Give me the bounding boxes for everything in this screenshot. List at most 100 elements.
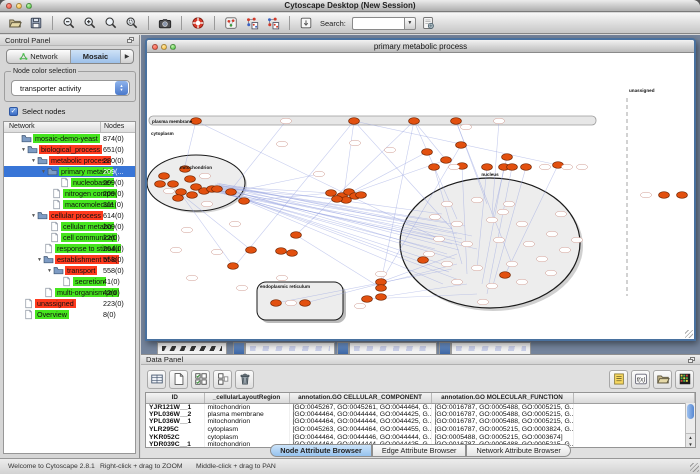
gene-node[interactable] bbox=[451, 279, 462, 285]
gene-node-selected[interactable] bbox=[226, 189, 237, 196]
table-cell[interactable]: mitochondrion bbox=[204, 418, 289, 426]
attribute-batch-button[interactable] bbox=[609, 370, 628, 389]
table-cell[interactable]: YPL036W__1 bbox=[146, 418, 204, 426]
gene-node[interactable] bbox=[186, 275, 197, 281]
gene-node[interactable] bbox=[497, 209, 508, 215]
tab-mosaic[interactable]: Mosaic bbox=[71, 50, 121, 63]
float-data-panel-icon[interactable] bbox=[688, 357, 696, 364]
tree-row-establishment-of-lo[interactable]: ▼establishment of lo558(0) bbox=[4, 254, 135, 265]
new-attribute-button[interactable] bbox=[169, 370, 188, 389]
gene-node-selected[interactable] bbox=[451, 118, 462, 125]
gene-node[interactable] bbox=[516, 279, 527, 285]
formula-builder-button[interactable]: f(x) bbox=[631, 370, 650, 389]
gene-node-selected[interactable] bbox=[677, 192, 688, 199]
gene-node-selected[interactable] bbox=[185, 176, 196, 183]
gene-node-selected[interactable] bbox=[276, 248, 287, 255]
gene-node[interactable] bbox=[276, 275, 287, 281]
gene-node-selected[interactable] bbox=[326, 190, 337, 197]
expander-icon[interactable]: ▼ bbox=[36, 257, 43, 263]
gene-node-selected[interactable] bbox=[429, 164, 440, 171]
zoom-in-button[interactable] bbox=[81, 14, 99, 32]
gene-node-selected[interactable] bbox=[502, 154, 513, 161]
gene-node[interactable] bbox=[384, 147, 395, 153]
tree-row-response-to-stimulu[interactable]: response to stimulu264(0) bbox=[4, 243, 135, 254]
gene-node[interactable] bbox=[516, 221, 527, 227]
gene-node-selected[interactable] bbox=[246, 247, 257, 254]
gene-node-selected[interactable] bbox=[376, 279, 387, 286]
attribute-table[interactable]: ID_cellularLayoutRegionannotation.GO CEL… bbox=[145, 392, 696, 448]
gene-node[interactable] bbox=[545, 270, 556, 276]
edge[interactable] bbox=[215, 184, 437, 226]
gene-node-selected[interactable] bbox=[155, 181, 166, 188]
tab-network[interactable]: Network bbox=[7, 50, 71, 63]
gene-node[interactable] bbox=[181, 227, 192, 233]
open-file-button[interactable] bbox=[6, 14, 24, 32]
table-row[interactable]: YPL036W__1mitochondrion[GO:0044464, GO:0… bbox=[146, 418, 695, 426]
gene-node[interactable] bbox=[486, 217, 497, 223]
zoom-fit-button[interactable] bbox=[102, 14, 120, 32]
gene-node[interactable] bbox=[429, 214, 440, 220]
tab-node-attribute-browser[interactable]: Node Attribute Browser bbox=[270, 444, 372, 457]
gene-node-selected[interactable] bbox=[441, 157, 452, 164]
gene-node[interactable] bbox=[448, 164, 459, 170]
edge[interactable] bbox=[354, 121, 558, 165]
gene-node[interactable] bbox=[423, 251, 434, 257]
gene-node[interactable] bbox=[461, 241, 472, 247]
gene-node[interactable] bbox=[276, 141, 287, 147]
gene-node[interactable] bbox=[471, 197, 482, 203]
gene-node-selected[interactable] bbox=[332, 196, 343, 203]
gene-node[interactable] bbox=[313, 171, 324, 177]
expander-icon[interactable]: ▼ bbox=[46, 268, 53, 274]
gene-node[interactable] bbox=[170, 247, 181, 253]
gene-node[interactable] bbox=[163, 188, 174, 194]
table-cell[interactable]: cytoplasm bbox=[204, 426, 289, 434]
gene-node[interactable] bbox=[375, 271, 386, 277]
tab-network-attribute-browser[interactable]: Network Attribute Browser bbox=[466, 444, 570, 457]
annotation-button[interactable] bbox=[297, 14, 315, 32]
table-cell[interactable]: [GO:0016787, GO:0005488, GO:0005215, G..… bbox=[431, 403, 573, 411]
zoom-selected-button[interactable] bbox=[123, 14, 141, 32]
gene-node[interactable] bbox=[503, 201, 514, 207]
gene-node-selected[interactable] bbox=[349, 118, 360, 125]
node-color-dropdown[interactable]: transporter activity ▲▼ bbox=[11, 80, 130, 96]
float-panel-icon[interactable] bbox=[127, 37, 135, 44]
unselect-all-attributes-button[interactable] bbox=[213, 370, 232, 389]
load-attributes-button[interactable] bbox=[653, 370, 672, 389]
edge[interactable] bbox=[344, 152, 427, 196]
gene-node-selected[interactable] bbox=[376, 285, 387, 292]
tree-row-cell-communicat[interactable]: cell communicat22(0) bbox=[4, 232, 135, 243]
gene-node[interactable] bbox=[493, 118, 504, 124]
destroy-view-button[interactable] bbox=[264, 14, 282, 32]
window-titlebar[interactable]: Cytoscape Desktop (New Session) bbox=[0, 0, 700, 12]
tree-row-multi-organism-pro[interactable]: multi-organism pro42(0) bbox=[4, 287, 135, 298]
create-view-button[interactable] bbox=[243, 14, 261, 32]
expander-icon[interactable]: ▼ bbox=[30, 158, 37, 164]
expander-icon[interactable]: ▼ bbox=[40, 169, 47, 175]
tree-row-transport[interactable]: ▼transport558(0) bbox=[4, 265, 135, 276]
gene-node[interactable] bbox=[441, 261, 452, 267]
gene-node[interactable] bbox=[640, 192, 651, 198]
gene-node[interactable] bbox=[349, 140, 360, 146]
tree-row-metabolic-process[interactable]: ▼metabolic process280(0) bbox=[4, 155, 135, 166]
gene-node[interactable] bbox=[539, 164, 550, 170]
network-tree-panel[interactable]: Network Nodes mosaic-demo-yeast874(0)▼bi… bbox=[3, 121, 136, 454]
table-row[interactable]: YJR121W__1mitochondrion[GO:0045267, GO:0… bbox=[146, 403, 695, 411]
save-session-button[interactable] bbox=[27, 14, 45, 32]
table-cell[interactable]: [GO:0044464, GO:0044446, GO:0044444, G..… bbox=[289, 433, 431, 441]
attribute-selector-button[interactable] bbox=[147, 370, 166, 389]
gene-node[interactable] bbox=[211, 249, 222, 255]
gene-node[interactable] bbox=[506, 261, 517, 267]
gene-node[interactable] bbox=[546, 231, 557, 237]
gene-node[interactable] bbox=[571, 237, 582, 243]
window-resize-grip[interactable] bbox=[690, 463, 699, 472]
gene-node[interactable] bbox=[236, 285, 247, 291]
import-matrix-button[interactable] bbox=[675, 370, 694, 389]
search-dropdown-arrow-icon[interactable]: ▼ bbox=[404, 17, 416, 30]
table-cell[interactable]: plasma membrane bbox=[204, 411, 289, 419]
table-cell[interactable]: mitochondrion bbox=[204, 403, 289, 411]
gene-node-selected[interactable] bbox=[228, 263, 239, 270]
select-all-attributes-button[interactable] bbox=[191, 370, 210, 389]
gene-node[interactable] bbox=[229, 221, 240, 227]
edge[interactable] bbox=[219, 184, 442, 214]
tree-row-cellular-process[interactable]: ▼cellular process614(0) bbox=[4, 210, 135, 221]
